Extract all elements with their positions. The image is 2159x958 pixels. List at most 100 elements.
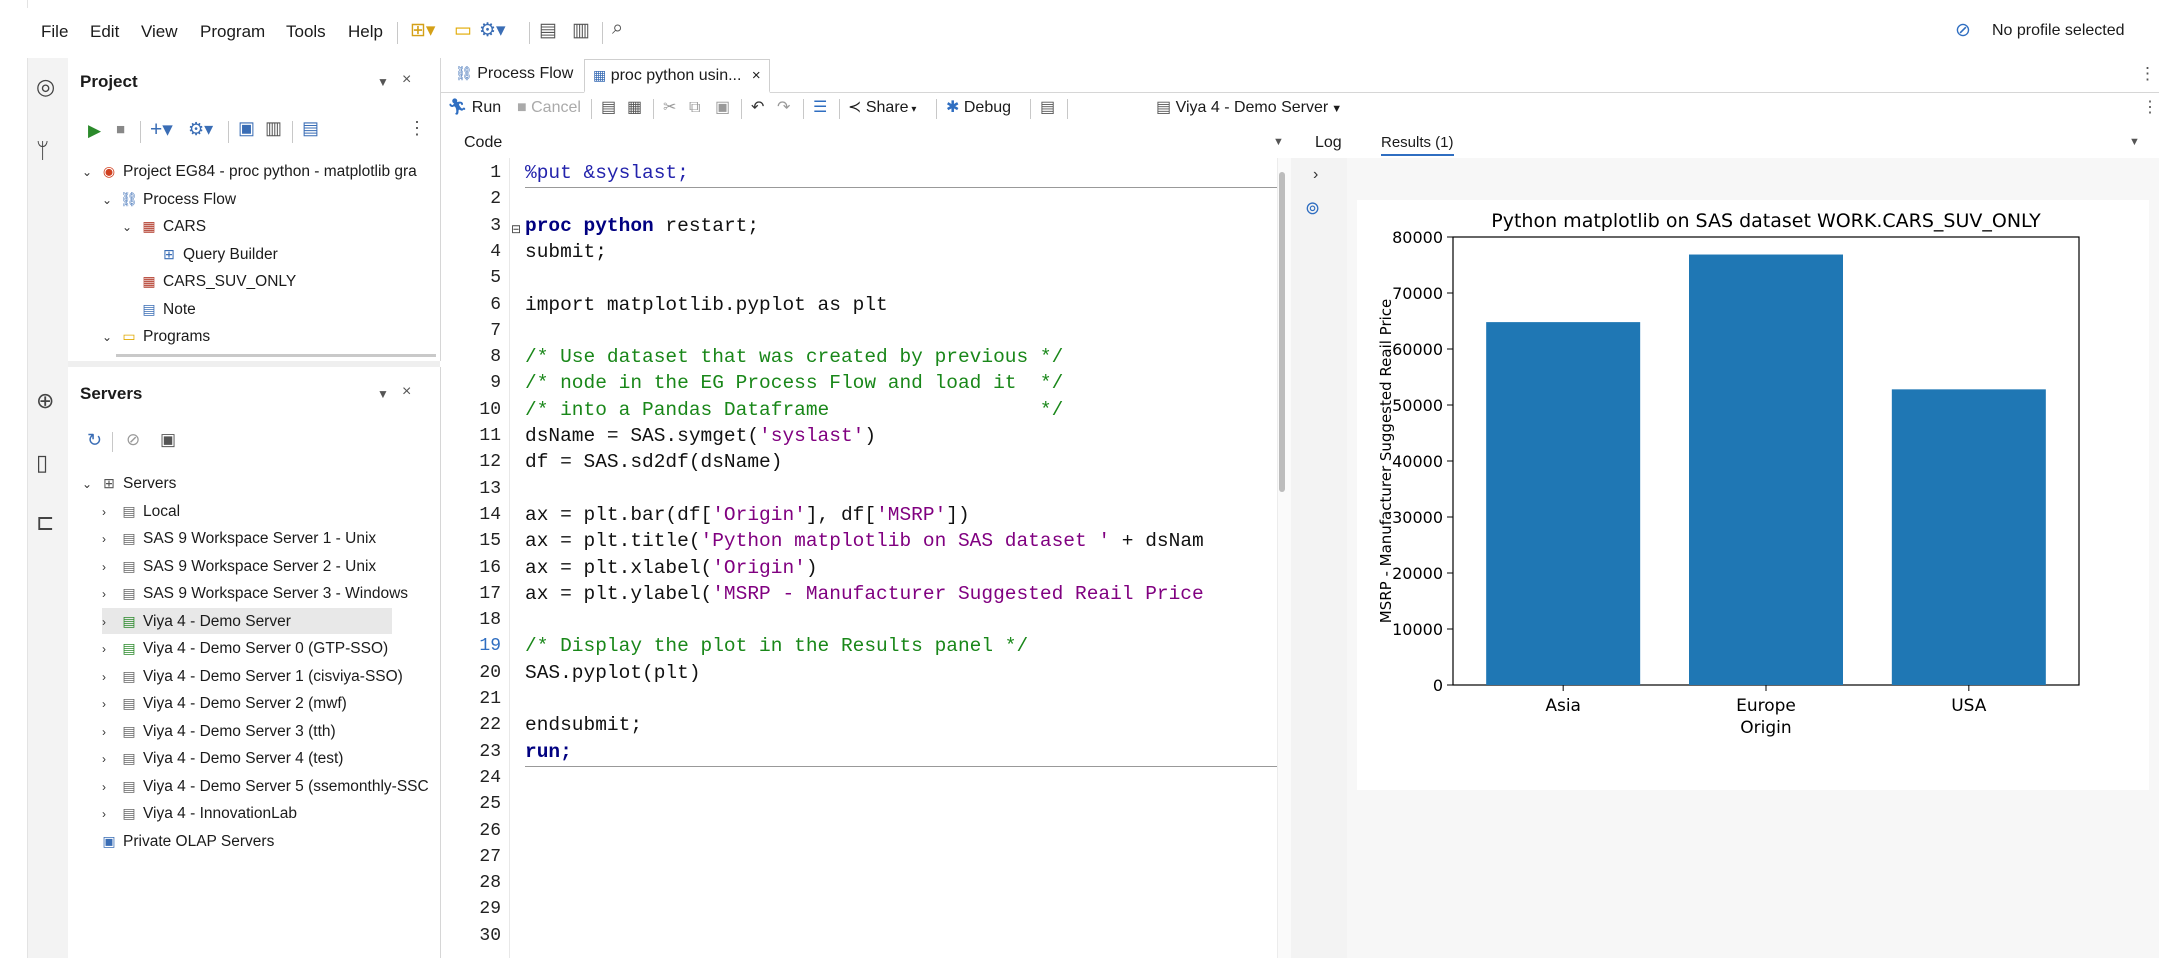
profile-status[interactable]: No profile selected — [1992, 22, 2125, 40]
menu-view[interactable]: View — [141, 22, 178, 42]
program-properties-icon[interactable]: ▤ — [1040, 94, 1055, 122]
server-tree-item[interactable]: › ▤ SAS 9 Workspace Server 1 - Unix — [102, 525, 376, 551]
chevron-icon[interactable]: › — [102, 554, 116, 580]
menu-program[interactable]: Program — [200, 22, 265, 42]
code-line[interactable]: /* node in the EG Process Flow and load … — [525, 370, 1063, 396]
menu-help[interactable]: Help — [348, 22, 383, 42]
paste-icon[interactable]: ▣ — [715, 94, 730, 122]
project-activity-icon[interactable]: ◎ — [36, 74, 55, 100]
project-tree-item[interactable]: ⌄ ▦ CARS — [122, 213, 206, 239]
server-properties-icon[interactable]: ▣ — [160, 430, 176, 450]
chevron-icon[interactable]: › — [102, 499, 116, 525]
project-tree-item[interactable]: ⌄ ▭ Programs — [102, 323, 210, 349]
disconnect-icon[interactable]: ⊘ — [126, 430, 140, 450]
run-button[interactable]: 🏃︎ Run — [447, 94, 501, 122]
menu-tools[interactable]: Tools — [286, 22, 326, 42]
run-icon[interactable]: ▶ — [88, 121, 101, 141]
new-item-icon[interactable]: ⊞▾ — [410, 19, 435, 42]
tab-results[interactable]: Results (1) — [1381, 134, 1454, 156]
settings-gear-icon[interactable]: ⚙▾ — [479, 19, 506, 42]
code-line[interactable]: run; — [525, 739, 572, 765]
refresh-icon[interactable]: ↻ — [87, 430, 102, 451]
properties-icon[interactable]: ▣ — [238, 118, 255, 139]
code-line[interactable]: /* Display the plot in the Results panel… — [525, 633, 1028, 659]
code-line[interactable]: submit; — [525, 239, 607, 265]
format-code-icon[interactable]: ☰ — [813, 94, 827, 122]
servers-activity-icon[interactable]: ⊕ — [36, 388, 54, 414]
tab-program-active[interactable]: ▦ proc python usin... × — [584, 59, 770, 93]
server-tree-item[interactable]: ⌄ ⊞ Servers — [82, 470, 176, 496]
code-editor[interactable]: 1 2 3 4 5 6 7 8 9 10 11 12 13 14 15 16 17 18 19 20 21 22 23 24 2… — [441, 158, 1321, 958]
tab-close-icon[interactable]: × — [752, 67, 761, 84]
panel-close-icon[interactable]: × — [402, 383, 411, 401]
chevron-icon[interactable]: › — [102, 609, 116, 635]
project-tree-item[interactable]: ⌄ ⛓ Process Flow — [102, 186, 236, 212]
code-line[interactable]: ax = plt.ylabel('MSRP - Manufacturer Sug… — [525, 581, 1204, 607]
split-activity-icon[interactable]: ⊏ — [36, 510, 54, 536]
chevron-icon[interactable]: › — [102, 719, 116, 745]
panel-menu-chevron-icon[interactable]: ▼ — [377, 75, 389, 89]
panel-close-icon[interactable]: × — [402, 71, 411, 89]
tree-scrollbar[interactable] — [116, 354, 436, 357]
chevron-icon[interactable]: ⌄ — [82, 159, 96, 185]
copy-icon[interactable]: ⧉ — [689, 94, 700, 122]
export-program-icon[interactable]: ▦ — [627, 94, 642, 122]
more-options-icon[interactable]: ⋮ — [408, 118, 426, 139]
code-line[interactable]: ax = plt.xlabel('Origin') — [525, 555, 818, 581]
server-tree-item[interactable]: › ▤ Viya 4 - InnovationLab — [102, 800, 297, 826]
code-line[interactable]: ax = plt.title('Python matplotlib on SAS… — [525, 528, 1204, 554]
chevron-icon[interactable]: › — [102, 581, 116, 607]
server-tree-item[interactable]: › ▤ Viya 4 - Demo Server 5 (ssemonthly-SSC — [102, 773, 429, 799]
project-tree-item[interactable]: ▤ Note — [122, 296, 195, 322]
search-icon[interactable]: ⌕ — [612, 17, 623, 40]
save-icon[interactable]: ▤ — [539, 19, 557, 42]
chevron-icon[interactable]: › — [102, 746, 116, 772]
server-tree-item[interactable]: › ▤ Viya 4 - Demo Server 4 (test) — [102, 745, 343, 771]
chevron-icon[interactable]: ⌄ — [122, 214, 136, 240]
chevron-icon[interactable]: › — [102, 526, 116, 552]
fold-collapse-icon[interactable]: ⊟ — [511, 222, 521, 236]
chevron-down-icon[interactable]: ▼ — [2129, 136, 2140, 148]
code-line[interactable]: import matplotlib.pyplot as plt — [525, 292, 888, 318]
chevron-icon[interactable]: ⌄ — [102, 324, 116, 350]
export-icon[interactable]: ▤ — [302, 118, 319, 139]
server-tree-item[interactable]: › ▤ SAS 9 Workspace Server 2 - Unix — [102, 553, 376, 579]
cancel-button[interactable]: ■ Cancel — [517, 94, 581, 122]
chevron-icon[interactable]: › — [102, 801, 116, 827]
scrollbar-thumb[interactable] — [1279, 172, 1285, 492]
code-line[interactable]: dsName = SAS.symget('syslast') — [525, 423, 876, 449]
code-line[interactable]: df = SAS.sd2df(dsName) — [525, 449, 782, 475]
server-tree-item[interactable]: › ▤ Viya 4 - Demo Server — [102, 607, 392, 635]
server-tree-item[interactable]: › ▤ Viya 4 - Demo Server 2 (mwf) — [102, 690, 347, 716]
chevron-icon[interactable]: ⌄ — [102, 187, 116, 213]
code-line[interactable]: endsubmit; — [525, 712, 642, 738]
chevron-icon[interactable]: ⌄ — [82, 471, 96, 497]
code-line[interactable]: proc python restart; — [525, 213, 759, 239]
cut-icon[interactable]: ✂ — [663, 94, 676, 122]
undo-icon[interactable]: ↶ — [751, 94, 764, 122]
code-line[interactable]: ax = plt.bar(df['Origin'], df['MSRP']) — [525, 502, 970, 528]
tab-process-flow[interactable]: ⛓ Process Flow — [447, 58, 581, 89]
code-line[interactable]: %put &syslast; — [525, 160, 689, 186]
delete-icon[interactable]: ▥ — [265, 118, 282, 139]
project-tree-item[interactable]: ⊞ Query Builder — [142, 241, 278, 267]
menu-file[interactable]: File — [41, 22, 68, 42]
server-tree-item[interactable]: › ▤ Viya 4 - Demo Server 0 (GTP-SSO) — [102, 635, 388, 661]
more-icon[interactable]: ⋮ — [2139, 64, 2156, 84]
chevron-icon[interactable]: › — [102, 774, 116, 800]
result-item-icon[interactable]: ⊚ — [1305, 198, 1320, 219]
chevron-down-icon[interactable]: ▼ — [1273, 136, 1284, 148]
code-line[interactable]: /* into a Pandas Dataframe */ — [525, 397, 1063, 423]
server-tree-item[interactable]: › ▤ Local — [102, 498, 180, 524]
server-tree-item[interactable]: › ▤ Viya 4 - Demo Server 3 (tth) — [102, 718, 336, 744]
code-text-area[interactable]: %put &syslast; proc python restart; submit… — [525, 158, 1315, 958]
open-folder-icon[interactable]: ▭ — [454, 19, 472, 42]
code-line[interactable]: SAS.pyplot(plt) — [525, 660, 701, 686]
expand-chevron-icon[interactable]: › — [1313, 166, 1318, 184]
server-selector[interactable]: ▤ Viya 4 - Demo Server ▼ — [1156, 94, 1342, 122]
tab-log[interactable]: Log — [1315, 134, 1342, 152]
server-list-activity-icon[interactable]: ▯ — [36, 450, 48, 476]
debug-button[interactable]: ✱ Debug — [946, 94, 1011, 122]
save-all-icon[interactable]: ▥ — [572, 19, 590, 42]
options-gear-icon[interactable]: ⚙▾ — [188, 119, 213, 140]
